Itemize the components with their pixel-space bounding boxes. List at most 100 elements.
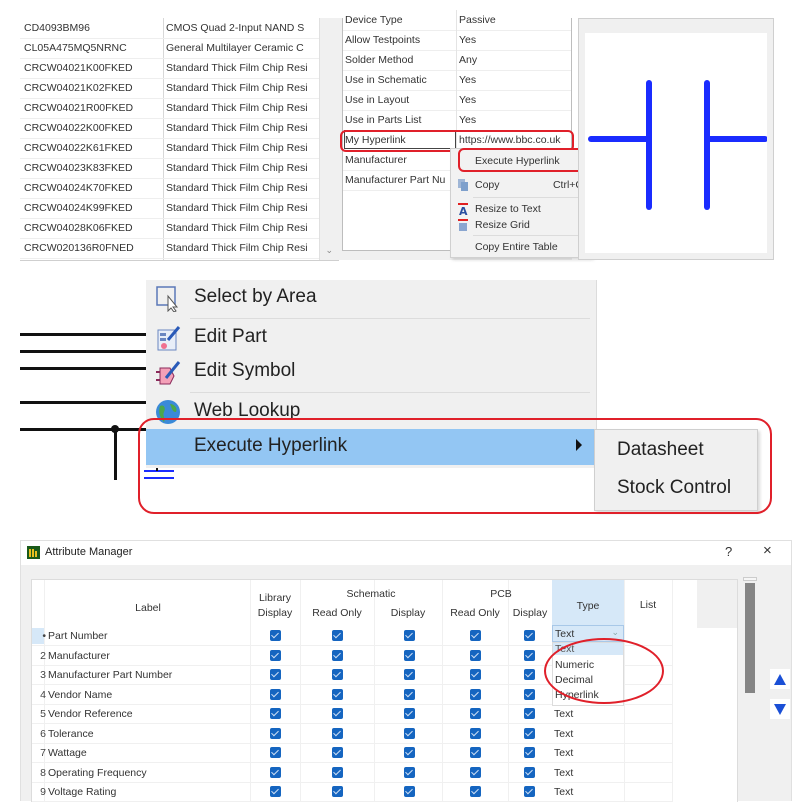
prop-value[interactable]: Yes xyxy=(459,114,476,126)
help-button[interactable]: ? xyxy=(725,544,732,559)
sch-read-only-checkbox[interactable] xyxy=(332,650,343,661)
attribute-label[interactable]: Operating Frequency xyxy=(48,767,147,779)
parts-row[interactable]: CRCW04021K00FKEDStandard Thick Film Chip… xyxy=(20,58,338,79)
parts-row[interactable]: CRCW04021R00FKEDStandard Thick Film Chip… xyxy=(20,98,338,119)
parts-row[interactable]: CRCW020136R0FNEDStandard Thick Film Chip… xyxy=(20,238,338,259)
attribute-row[interactable]: 6ToleranceText xyxy=(32,724,672,744)
move-down-button[interactable] xyxy=(770,699,790,719)
sch-display-checkbox[interactable] xyxy=(404,728,415,739)
close-button[interactable]: × xyxy=(763,542,772,559)
attribute-prop-row[interactable]: Solder MethodAny xyxy=(343,50,571,71)
attribute-prop-row[interactable]: Allow TestpointsYes xyxy=(343,30,571,51)
pcb-display-checkbox[interactable] xyxy=(524,747,535,758)
sch-read-only-checkbox[interactable] xyxy=(332,786,343,797)
sch-read-only-checkbox[interactable] xyxy=(332,728,343,739)
parts-row[interactable]: CL05A475MQ5NRNCGeneral Multilayer Cerami… xyxy=(20,38,338,59)
sch-read-only-checkbox[interactable] xyxy=(332,708,343,719)
attribute-row[interactable]: 5Vendor ReferenceText xyxy=(32,704,672,724)
pcb-read-only-checkbox[interactable] xyxy=(470,630,481,641)
sch-display-checkbox[interactable] xyxy=(404,767,415,778)
menu-item-copy[interactable]: Copy Ctrl+C xyxy=(451,175,591,195)
sch-display-checkbox[interactable] xyxy=(404,747,415,758)
library-display-checkbox[interactable] xyxy=(270,630,281,641)
prop-value[interactable]: Yes xyxy=(459,94,476,106)
attribute-type[interactable]: Text xyxy=(554,786,573,798)
attribute-type[interactable]: Text xyxy=(554,747,573,759)
sch-display-checkbox[interactable] xyxy=(404,650,415,661)
library-display-checkbox[interactable] xyxy=(270,767,281,778)
pcb-read-only-checkbox[interactable] xyxy=(470,669,481,680)
attribute-row[interactable]: 8Operating FrequencyText xyxy=(32,763,672,783)
attribute-row[interactable]: 7WattageText xyxy=(32,743,672,763)
attribute-label[interactable]: Vendor Name xyxy=(48,689,112,701)
attribute-row[interactable]: 9Voltage RatingText xyxy=(32,782,672,802)
header-library-display[interactable]: Display xyxy=(250,607,300,619)
pcb-read-only-checkbox[interactable] xyxy=(470,767,481,778)
parts-row[interactable]: CRCW04024K99FKEDStandard Thick Film Chip… xyxy=(20,198,338,219)
library-display-checkbox[interactable] xyxy=(270,747,281,758)
library-display-checkbox[interactable] xyxy=(270,728,281,739)
parts-scrollbar[interactable]: ⌄ xyxy=(319,18,338,260)
pcb-display-checkbox[interactable] xyxy=(524,767,535,778)
header-sch-display[interactable]: Display xyxy=(374,607,442,619)
pcb-display-checkbox[interactable] xyxy=(524,708,535,719)
parts-row[interactable]: CRCW04022K61FKEDStandard Thick Film Chip… xyxy=(20,138,338,159)
header-type[interactable]: Type xyxy=(552,600,624,612)
attribute-type[interactable]: Text xyxy=(554,767,573,779)
sch-read-only-checkbox[interactable] xyxy=(332,689,343,700)
attribute-prop-row[interactable]: Use in SchematicYes xyxy=(343,70,571,91)
pcb-read-only-checkbox[interactable] xyxy=(470,650,481,661)
attribute-prop-row[interactable]: Use in LayoutYes xyxy=(343,90,571,111)
library-display-checkbox[interactable] xyxy=(270,786,281,797)
pcb-display-checkbox[interactable] xyxy=(524,650,535,661)
library-display-checkbox[interactable] xyxy=(270,650,281,661)
attribute-label[interactable]: Part Number xyxy=(48,630,108,642)
prop-value[interactable]: Yes xyxy=(459,34,476,46)
parts-row[interactable]: CRCW04028K06FKEDStandard Thick Film Chip… xyxy=(20,218,338,239)
chevron-down-icon[interactable]: ⌄ xyxy=(325,245,333,256)
pcb-read-only-checkbox[interactable] xyxy=(470,708,481,719)
sch-display-checkbox[interactable] xyxy=(404,786,415,797)
move-up-button[interactable] xyxy=(770,669,790,689)
attribute-label[interactable]: Manufacturer Part Number xyxy=(48,669,172,681)
sch-display-checkbox[interactable] xyxy=(404,689,415,700)
parts-row[interactable]: CRCW04021K02FKEDStandard Thick Film Chip… xyxy=(20,78,338,99)
menu-item-copy-entire-table[interactable]: Copy Entire Table xyxy=(451,237,591,257)
attribute-prop-row[interactable]: Device TypePassive xyxy=(343,10,571,31)
sch-display-checkbox[interactable] xyxy=(404,630,415,641)
attribute-label[interactable]: Tolerance xyxy=(48,728,94,740)
library-display-checkbox[interactable] xyxy=(270,669,281,680)
pcb-read-only-checkbox[interactable] xyxy=(470,728,481,739)
sch-read-only-checkbox[interactable] xyxy=(332,767,343,778)
grid-scrollbar[interactable] xyxy=(743,577,757,801)
header-list[interactable]: List xyxy=(624,599,672,611)
pcb-read-only-checkbox[interactable] xyxy=(470,786,481,797)
attribute-label[interactable]: Manufacturer xyxy=(48,650,110,662)
header-pcb-read-only[interactable]: Read Only xyxy=(442,607,508,619)
pcb-display-checkbox[interactable] xyxy=(524,669,535,680)
menu-item-edit-part[interactable]: Edit Part xyxy=(146,320,596,356)
pcb-display-checkbox[interactable] xyxy=(524,786,535,797)
pcb-read-only-checkbox[interactable] xyxy=(470,747,481,758)
menu-item-select-by-area[interactable]: Select by Area xyxy=(146,280,596,316)
prop-value[interactable]: Yes xyxy=(459,74,476,86)
attribute-type[interactable]: Text xyxy=(554,728,573,740)
parts-row[interactable]: CRCW04023K83FKEDStandard Thick Film Chip… xyxy=(20,158,338,179)
prop-value[interactable]: Any xyxy=(459,54,477,66)
pcb-display-checkbox[interactable] xyxy=(524,728,535,739)
attribute-label[interactable]: Wattage xyxy=(48,747,87,759)
parts-row[interactable]: CRCW04022K00FKEDStandard Thick Film Chip… xyxy=(20,118,338,139)
sch-display-checkbox[interactable] xyxy=(404,708,415,719)
header-pcb-display[interactable]: Display xyxy=(508,607,552,619)
sch-display-checkbox[interactable] xyxy=(404,669,415,680)
attribute-prop-row[interactable]: Use in Parts ListYes xyxy=(343,110,571,131)
attribute-label[interactable]: Voltage Rating xyxy=(48,786,116,798)
parts-row[interactable]: CD4093BM96CMOS Quad 2-Input NAND S xyxy=(20,18,338,39)
sch-read-only-checkbox[interactable] xyxy=(332,669,343,680)
header-label[interactable]: Label xyxy=(48,602,248,614)
attribute-type[interactable]: Text xyxy=(554,708,573,720)
header-sch-read-only[interactable]: Read Only xyxy=(300,607,374,619)
pcb-display-checkbox[interactable] xyxy=(524,689,535,700)
library-display-checkbox[interactable] xyxy=(270,708,281,719)
parts-row[interactable]: CRCW04024K70FKEDStandard Thick Film Chip… xyxy=(20,178,338,199)
